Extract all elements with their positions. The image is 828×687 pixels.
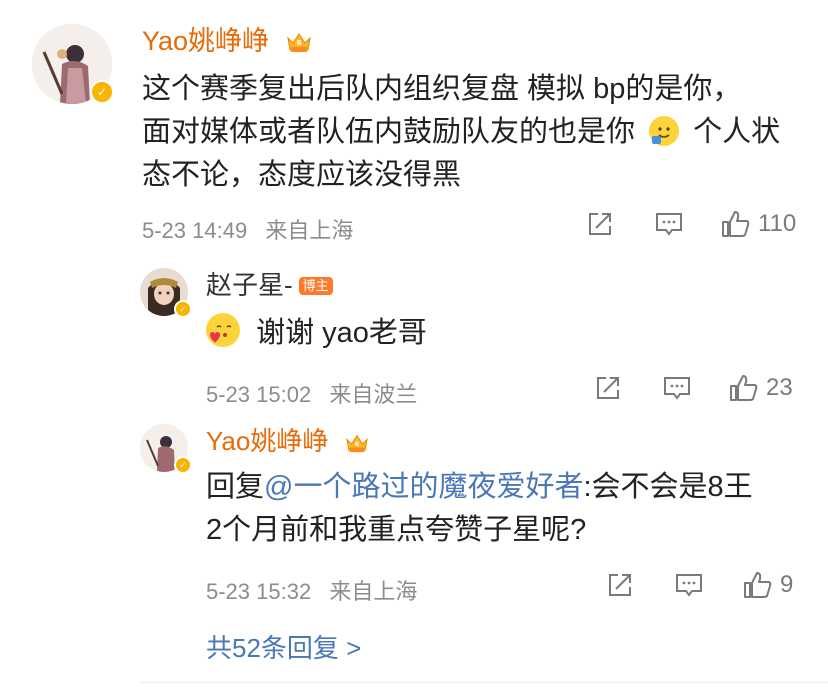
reply1-date: 5-23 15:02 [206, 382, 312, 407]
reply2-text-line2: 2个月前和我重点夸赞子星呢? [206, 514, 587, 546]
share-button[interactable] [606, 571, 634, 599]
comment-text-line2a: 面对媒体或者队伍内鼓励队友的也是你 [142, 116, 636, 148]
more-replies-link[interactable]: 共52条回复 > [206, 628, 361, 665]
thumbs-up-icon [744, 572, 772, 598]
thumbs-up-icon [722, 211, 750, 237]
divider [140, 682, 828, 683]
like-count: 110 [758, 210, 797, 237]
reply2-location: 来自上海 [329, 579, 418, 604]
reply2-date: 5-23 15:32 [206, 579, 312, 604]
reply1-location: 来自波兰 [329, 382, 418, 407]
comment-button[interactable] [674, 571, 704, 599]
kiss-emoji-icon [206, 313, 240, 347]
comment-icon [656, 213, 682, 236]
verified-badge-icon: ✓ [174, 300, 192, 318]
reply2-meta: 5-23 15:32 来自上海 [206, 574, 417, 606]
comment-date: 5-23 14:49 [142, 218, 248, 243]
reply2-text-line1-rest: :会不会是8王 [583, 471, 753, 503]
crown-vip-icon: 6 [344, 430, 370, 460]
svg-text:6: 6 [296, 39, 301, 47]
comment-icon [676, 574, 702, 597]
reply1-text: 谢谢 yao老哥 [256, 317, 427, 349]
comment-location: 来自上海 [265, 218, 354, 243]
comment-icon [664, 377, 690, 400]
reply1-username[interactable]: 赵子星- 博主 [206, 270, 333, 300]
crown-vip-icon: 6 [285, 30, 313, 60]
svg-text:6: 6 [354, 440, 359, 448]
avatar[interactable]: ✓ [32, 24, 114, 104]
reply1-meta: 5-23 15:02 来自波兰 [206, 377, 417, 409]
like-count: 23 [766, 374, 793, 401]
cheer-emoji-icon [649, 116, 680, 146]
comment-text-line1: 这个赛季复出后队内组织复盘 模拟 bp的是你， [142, 73, 742, 105]
comment-text-line2: 面对媒体或者队伍内鼓励队友的也是你 个人状 [142, 111, 780, 154]
reply2-text: 回复@一个路过的魔夜爱好者:会不会是8王 2个月前和我重点夸赞子星呢? [206, 466, 753, 552]
reply2-prefix: 回复 [206, 471, 265, 503]
reply2-text-line1: 回复@一个路过的魔夜爱好者:会不会是8王 [206, 466, 753, 509]
mention-link[interactable]: @一个路过的魔夜爱好者 [264, 471, 583, 503]
comment-text-line2b: 个人状 [693, 116, 781, 148]
like-button[interactable]: 9 [742, 569, 793, 601]
comment-text: 这个赛季复出后队内组织复盘 模拟 bp的是你， 面对媒体或者队伍内鼓励队友的也是… [142, 68, 780, 197]
reply2-username[interactable]: Yao姚峥峥 6 [206, 426, 370, 460]
like-button[interactable]: 23 [728, 372, 793, 404]
comment-button[interactable] [662, 374, 692, 402]
comment-meta: 5-23 14:49 来自上海 [142, 213, 353, 245]
comment-button[interactable] [654, 210, 684, 238]
thumbs-up-icon [730, 375, 758, 401]
share-icon [609, 574, 631, 596]
comment-username[interactable]: Yao姚峥峥 6 [142, 26, 313, 60]
like-count: 9 [780, 571, 794, 598]
verified-badge-icon: ✓ [174, 456, 192, 474]
avatar[interactable]: ✓ [140, 424, 192, 474]
share-icon [589, 213, 611, 235]
comment-text-line3: 态不论，态度应该没得黑 [142, 159, 462, 191]
share-button[interactable] [586, 210, 614, 238]
reply1-text-row: 谢谢 yao老哥 [206, 312, 427, 355]
author-badge: 博主 [298, 277, 333, 295]
share-icon [597, 377, 619, 399]
verified-badge-icon: ✓ [90, 80, 114, 104]
avatar[interactable]: ✓ [140, 268, 192, 318]
like-button[interactable]: 110 [720, 208, 796, 240]
share-button[interactable] [594, 374, 622, 402]
